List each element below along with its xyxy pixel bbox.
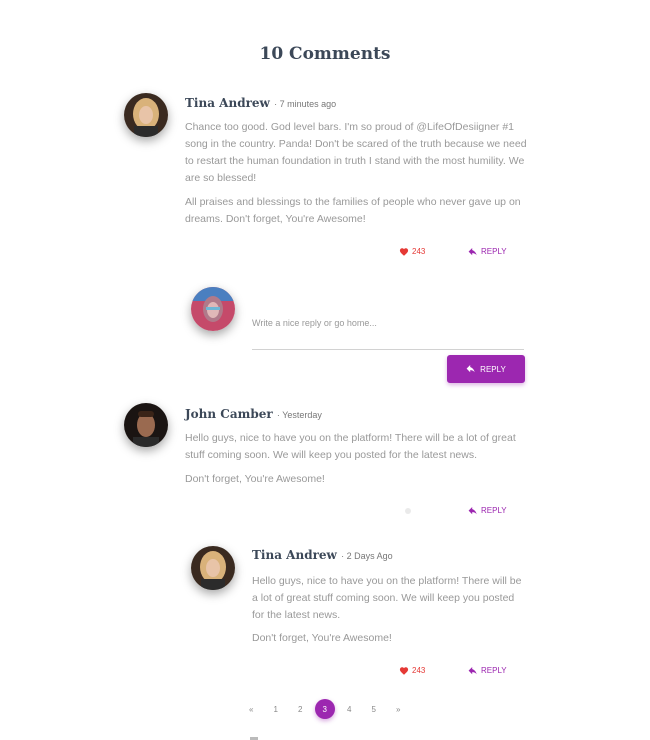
like-count: 243	[412, 247, 426, 256]
page-1[interactable]: 1	[264, 699, 289, 719]
author-name[interactable]: Tina Andrew	[185, 96, 270, 110]
comment-time: · 7 minutes ago	[274, 99, 337, 109]
comment-author[interactable]: John Camber · Yesterday	[185, 407, 322, 421]
heart-icon	[399, 667, 409, 675]
author-name[interactable]: John Camber	[185, 407, 273, 421]
reply-arrow-icon	[468, 666, 477, 674]
comments-heading: 10 Comments	[259, 44, 391, 65]
current-user-avatar	[191, 287, 235, 331]
reply-input[interactable]	[252, 290, 524, 350]
like-button[interactable]: 243	[399, 247, 425, 256]
page-4[interactable]: 4	[337, 699, 362, 719]
comment-text: Don't forget, You're Awesome!	[185, 473, 325, 485]
reply-arrow-icon	[468, 506, 477, 514]
avatar-tina-andrew[interactable]	[191, 546, 235, 590]
like-count: 243	[412, 666, 426, 675]
comment-text: All praises and blessings to the familie…	[185, 196, 521, 225]
comment-author[interactable]: Tina Andrew · 2 Days Ago	[252, 548, 393, 562]
reply-arrow-icon	[466, 365, 475, 373]
reply-button[interactable]: REPLY	[468, 666, 507, 675]
reply-label: REPLY	[481, 247, 507, 256]
reply-label: REPLY	[481, 506, 507, 515]
reply-button[interactable]: REPLY	[468, 247, 507, 256]
submit-reply-button[interactable]: REPLY	[447, 355, 525, 383]
avatar-tina-andrew[interactable]	[124, 93, 168, 137]
submit-reply-label: REPLY	[480, 364, 506, 374]
page-2[interactable]: 2	[288, 699, 313, 719]
reply-button[interactable]: REPLY	[468, 506, 507, 515]
comment-text: Chance too good. God level bars. I'm so …	[185, 121, 527, 184]
author-name[interactable]: Tina Andrew	[252, 548, 337, 562]
page-prev[interactable]: «	[239, 699, 264, 719]
comment-time: · 2 Days Ago	[341, 551, 393, 561]
reply-label: REPLY	[481, 666, 507, 675]
heart-icon	[399, 248, 409, 256]
reply-arrow-icon	[468, 247, 477, 255]
page-3[interactable]: 3	[314, 699, 335, 719]
page-next[interactable]: »	[386, 699, 411, 719]
like-button[interactable]	[405, 508, 411, 514]
like-button[interactable]: 243	[399, 666, 425, 675]
avatar-john-camber[interactable]	[124, 403, 168, 447]
comment-time: · Yesterday	[276, 410, 322, 420]
pagination: « 1 2 3 4 5 »	[239, 699, 411, 719]
comment-text: Hello guys, nice to have you on the plat…	[185, 432, 516, 461]
comment-text: Hello guys, nice to have you on the plat…	[252, 575, 522, 621]
page-5[interactable]: 5	[362, 699, 387, 719]
comment-text: Don't forget, You're Awesome!	[252, 632, 392, 644]
comment-author[interactable]: Tina Andrew · 7 minutes ago	[185, 96, 336, 110]
